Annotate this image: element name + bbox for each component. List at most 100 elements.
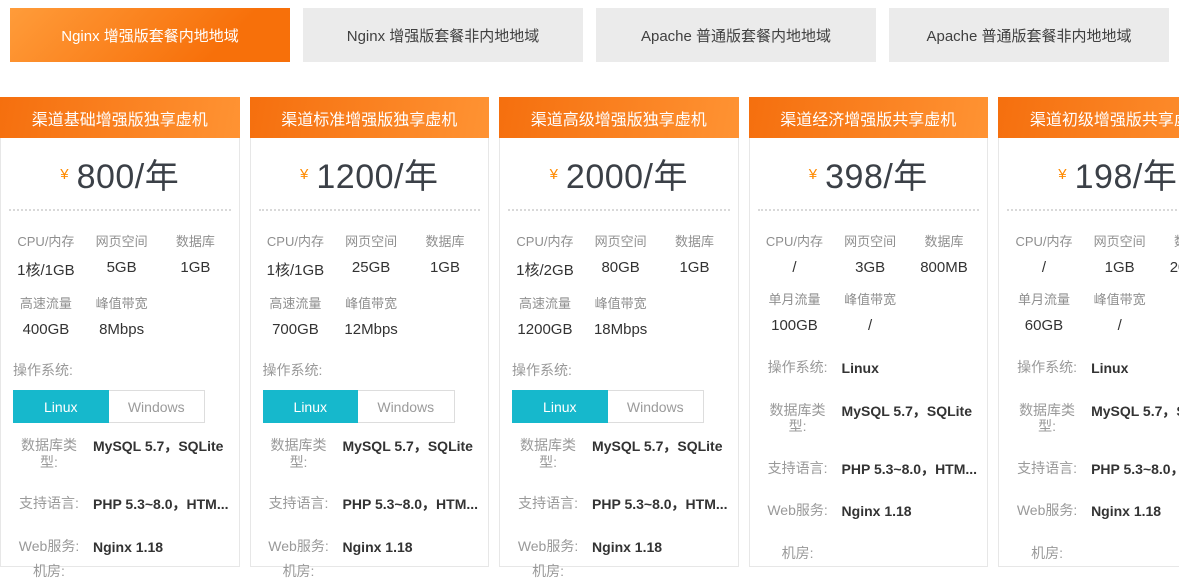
- detail-datacenter: 机房:: [999, 545, 1179, 562]
- plan-price: ¥ 1200/年: [251, 138, 489, 209]
- price-amount: 800/年: [77, 149, 180, 198]
- plan-card-2: 渠道标准增强版独享虚机 ¥ 1200/年 CPU/内存 1核/1GB 网页空间 …: [250, 97, 490, 567]
- os-toggle: Linux Windows: [13, 390, 205, 423]
- detail-datacenter: 机房:: [1, 563, 239, 580]
- spec-database: 数据库 200MB: [1170, 231, 1179, 276]
- plan-title: 渠道经济增强版共享虚机: [749, 97, 989, 138]
- detail-db-type: 数据库类型: MySQL 5.7，SQLite: [251, 437, 489, 470]
- spec-traffic: 高速流量 400GB: [20, 293, 72, 338]
- detail-rows: 数据库类型: MySQL 5.7，SQLite 支持语言: PHP 5.3~8.…: [500, 437, 738, 580]
- plan-card-4: 渠道经济增强版共享虚机 ¥ 398/年 CPU/内存 / 网页空间 3GB 数据…: [749, 97, 989, 567]
- detail-languages: 支持语言: PHP 5.3~8.0，HTM...: [999, 460, 1179, 478]
- detail-webserver: Web服务: Nginx 1.18: [999, 502, 1179, 520]
- os-option-windows[interactable]: Windows: [109, 390, 206, 423]
- os-option-linux[interactable]: Linux: [512, 390, 608, 423]
- spec-traffic: 单月流量 60GB: [1018, 289, 1070, 334]
- plan-price: ¥ 2000/年: [500, 138, 738, 209]
- spec-webspace: 网页空间 80GB: [595, 231, 647, 280]
- os-section: 操作系统:: [500, 351, 738, 380]
- spec-grid: CPU/内存 1核/1GB 网页空间 25GB 数据库 1GB 高速流量 700…: [251, 211, 489, 351]
- detail-webserver: Web服务: Nginx 1.18: [750, 502, 988, 520]
- plan-card-3: 渠道高级增强版独享虚机 ¥ 2000/年 CPU/内存 1核/2GB 网页空间 …: [499, 97, 739, 567]
- spec-webspace: 网页空间 25GB: [345, 231, 397, 280]
- spec-database: 数据库 800MB: [920, 231, 968, 276]
- spec-cpu: CPU/内存 1核/2GB: [516, 231, 574, 280]
- spec-grid: CPU/内存 1核/2GB 网页空间 80GB 数据库 1GB 高速流量 120…: [500, 211, 738, 351]
- detail-db-type: 数据库类型: MySQL 5.7，SQLite: [999, 402, 1179, 435]
- spec-grid: CPU/内存 1核/1GB 网页空间 5GB 数据库 1GB 高速流量 400G…: [1, 211, 239, 351]
- detail-datacenter: 机房:: [750, 545, 988, 562]
- spec-database: 数据库 1GB: [675, 231, 714, 280]
- plan-price: ¥ 800/年: [1, 138, 239, 209]
- spec-traffic: 高速流量 700GB: [269, 293, 321, 338]
- detail-rows: 操作系统: Linux 数据库类型: MySQL 5.7，SQLite 支持语言…: [750, 359, 988, 561]
- detail-languages: 支持语言: PHP 5.3~8.0，HTM...: [1, 495, 239, 513]
- spec-traffic: 单月流量 100GB: [768, 289, 820, 334]
- detail-db-type: 数据库类型: MySQL 5.7，SQLite: [1, 437, 239, 470]
- detail-webserver: Web服务: Nginx 1.18: [251, 538, 489, 556]
- detail-webserver: Web服务: Nginx 1.18: [1, 538, 239, 556]
- os-option-linux[interactable]: Linux: [13, 390, 109, 423]
- plan-card-5: 渠道初级增强版共享虚机 ¥ 198/年 CPU/内存 / 网页空间 1GB 数据…: [998, 97, 1179, 567]
- os-option-linux[interactable]: Linux: [263, 390, 359, 423]
- spec-bandwidth: 峰值带宽 8Mbps: [96, 293, 148, 338]
- os-toggle: Linux Windows: [512, 390, 704, 423]
- detail-languages: 支持语言: PHP 5.3~8.0，HTM...: [500, 495, 738, 513]
- spec-cpu: CPU/内存 /: [1015, 231, 1072, 276]
- currency-symbol: ¥: [300, 166, 308, 183]
- currency-symbol: ¥: [1058, 166, 1066, 183]
- spec-webspace: 网页空间 3GB: [844, 231, 896, 276]
- spec-webspace: 网页空间 1GB: [1094, 231, 1146, 276]
- price-amount: 398/年: [825, 149, 928, 198]
- spec-grid: CPU/内存 / 网页空间 1GB 数据库 200MB 单月流量 60GB 峰值…: [999, 211, 1179, 347]
- spec-database: 数据库 1GB: [425, 231, 464, 280]
- plan-card-1: 渠道基础增强版独享虚机 ¥ 800/年 CPU/内存 1核/1GB 网页空间 5…: [0, 97, 240, 567]
- detail-rows: 数据库类型: MySQL 5.7，SQLite 支持语言: PHP 5.3~8.…: [251, 437, 489, 580]
- os-label: 操作系统:: [13, 362, 73, 378]
- detail-rows: 数据库类型: MySQL 5.7，SQLite 支持语言: PHP 5.3~8.…: [1, 437, 239, 580]
- tab-apache-normal-nonmainland[interactable]: Apache 普通版套餐非内地地域: [889, 8, 1169, 62]
- detail-db-type: 数据库类型: MySQL 5.7，SQLite: [500, 437, 738, 470]
- os-section: 操作系统:: [1, 351, 239, 380]
- plan-title: 渠道初级增强版共享虚机: [998, 97, 1179, 138]
- spec-bandwidth: 峰值带宽 18Mbps: [594, 293, 647, 338]
- currency-symbol: ¥: [809, 166, 817, 183]
- detail-os: 操作系统: Linux: [999, 359, 1179, 377]
- detail-rows: 操作系统: Linux 数据库类型: MySQL 5.7，SQLite 支持语言…: [999, 359, 1179, 561]
- plan-price: ¥ 198/年: [999, 138, 1179, 209]
- price-amount: 198/年: [1075, 149, 1178, 198]
- currency-symbol: ¥: [550, 166, 558, 183]
- detail-languages: 支持语言: PHP 5.3~8.0，HTM...: [251, 495, 489, 513]
- os-section: 操作系统:: [251, 351, 489, 380]
- currency-symbol: ¥: [60, 166, 68, 183]
- spec-bandwidth: 峰值带宽 /: [844, 289, 896, 334]
- spec-bandwidth: 峰值带宽 12Mbps: [344, 293, 397, 338]
- detail-languages: 支持语言: PHP 5.3~8.0，HTM...: [750, 460, 988, 478]
- spec-cpu: CPU/内存 /: [766, 231, 823, 276]
- spec-traffic: 高速流量 1200GB: [517, 293, 572, 338]
- plan-title: 渠道高级增强版独享虚机: [499, 97, 739, 138]
- os-label: 操作系统:: [263, 362, 323, 378]
- os-label: 操作系统:: [512, 362, 572, 378]
- plan-title: 渠道标准增强版独享虚机: [250, 97, 490, 138]
- price-amount: 2000/年: [566, 149, 688, 198]
- plan-price: ¥ 398/年: [750, 138, 988, 209]
- tab-apache-normal-mainland[interactable]: Apache 普通版套餐内地地域: [596, 8, 876, 62]
- price-amount: 1200/年: [316, 149, 438, 198]
- tab-nginx-enhanced-nonmainland[interactable]: Nginx 增强版套餐非内地地域: [303, 8, 583, 62]
- os-toggle: Linux Windows: [263, 390, 455, 423]
- detail-datacenter: 机房:: [251, 563, 489, 580]
- spec-webspace: 网页空间 5GB: [96, 231, 148, 280]
- detail-datacenter: 机房:: [500, 563, 738, 580]
- detail-os: 操作系统: Linux: [750, 359, 988, 377]
- plan-tab-bar: Nginx 增强版套餐内地地域 Nginx 增强版套餐非内地地域 Apache …: [0, 0, 1179, 62]
- tab-nginx-enhanced-mainland[interactable]: Nginx 增强版套餐内地地域: [10, 8, 290, 62]
- os-option-windows[interactable]: Windows: [358, 390, 455, 423]
- spec-grid: CPU/内存 / 网页空间 3GB 数据库 800MB 单月流量 100GB 峰…: [750, 211, 988, 347]
- spec-cpu: CPU/内存 1核/1GB: [17, 231, 75, 280]
- plan-title: 渠道基础增强版独享虚机: [0, 97, 240, 138]
- spec-bandwidth: 峰值带宽 /: [1094, 289, 1146, 334]
- spec-cpu: CPU/内存 1核/1GB: [267, 231, 325, 280]
- os-option-windows[interactable]: Windows: [608, 390, 705, 423]
- detail-db-type: 数据库类型: MySQL 5.7，SQLite: [750, 402, 988, 435]
